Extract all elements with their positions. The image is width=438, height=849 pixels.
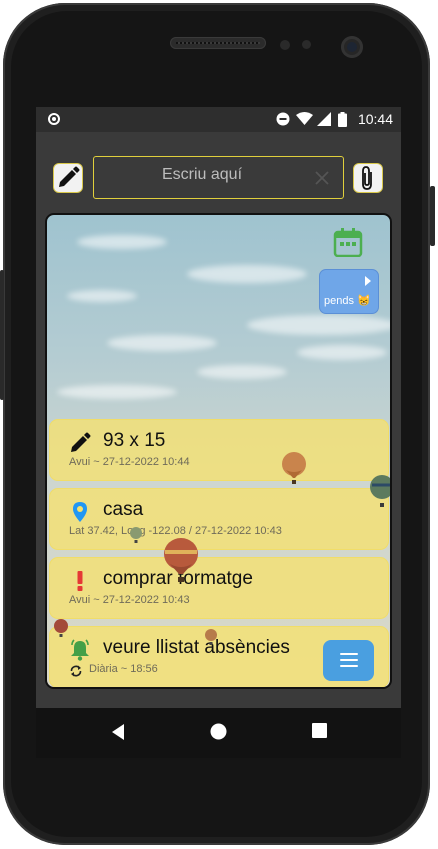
circle-icon [48, 113, 60, 125]
power-button [430, 186, 435, 246]
cloud [297, 345, 387, 360]
note-title: 93 x 15 [103, 430, 166, 451]
hot-air-balloon [164, 538, 198, 582]
pending-button[interactable]: pends 😸 [319, 269, 379, 314]
earpiece-speaker [170, 37, 266, 49]
bell-icon [71, 639, 89, 661]
home-icon[interactable] [210, 723, 227, 740]
notes-panel: pends 😸 93 x 15 Avui ~ 27-12-2022 10:44 … [45, 213, 392, 689]
cloud [67, 290, 137, 302]
hot-air-balloon [130, 527, 142, 543]
status-time: 10:44 [357, 111, 393, 127]
note-meta: Avui ~ 27-12-2022 10:43 [69, 594, 190, 606]
hot-air-balloon [205, 629, 217, 645]
paperclip-icon [362, 166, 372, 190]
signal-icon [317, 112, 331, 126]
calendar-icon[interactable] [333, 227, 363, 257]
volume-button [0, 270, 4, 400]
search-input[interactable] [100, 161, 304, 189]
play-arrow-icon [365, 276, 371, 286]
battery-icon [338, 112, 347, 127]
hot-air-balloon [282, 452, 306, 484]
note-title: veure llistat absències [103, 637, 290, 658]
hot-air-balloon [370, 475, 390, 507]
recents-icon[interactable] [312, 723, 327, 738]
hot-air-balloon [54, 619, 68, 637]
note-meta: Lat 37.42, Long -122.08 / 27-12-2022 10:… [69, 525, 282, 537]
exclamation-icon [77, 571, 83, 591]
menu-icon [340, 653, 358, 655]
status-bar: 10:44 [36, 107, 401, 132]
navigation-bar [36, 708, 401, 758]
attach-button[interactable] [353, 163, 383, 193]
note-title: casa [103, 499, 144, 520]
close-icon[interactable] [313, 169, 331, 187]
cloud [247, 315, 390, 335]
wifi-icon [296, 112, 313, 125]
note-item[interactable]: comprar formatge Avui ~ 27-12-2022 10:43 [49, 557, 389, 619]
back-icon[interactable] [110, 723, 126, 741]
cloud [77, 235, 167, 249]
cloud [197, 365, 287, 379]
menu-icon [340, 659, 358, 661]
note-item[interactable]: casa Lat 37.42, Long -122.08 / 27-12-202… [49, 488, 389, 550]
cloud [107, 335, 217, 351]
do-not-disturb-icon [276, 112, 290, 126]
cloud [57, 385, 177, 399]
edit-button[interactable] [53, 163, 83, 193]
cloud [187, 265, 307, 283]
menu-button[interactable] [323, 640, 374, 681]
pencil-icon [59, 166, 80, 187]
search-box [93, 156, 344, 199]
proximity-sensor [280, 40, 290, 50]
front-camera [341, 36, 363, 58]
pencil-icon [71, 432, 91, 452]
repeat-icon [70, 665, 82, 677]
location-pin-icon [73, 502, 87, 522]
note-meta: Diària ~ 18:56 [89, 663, 158, 675]
menu-icon [340, 665, 358, 667]
note-item[interactable]: 93 x 15 Avui ~ 27-12-2022 10:44 [49, 419, 389, 481]
note-meta: Avui ~ 27-12-2022 10:44 [69, 456, 190, 468]
light-sensor [302, 40, 311, 49]
pending-label: pends 😸 [324, 295, 371, 307]
app-screen: 10:44 Escriu aquí pends 😸 93 x 15 Avui ~… [36, 107, 401, 708]
